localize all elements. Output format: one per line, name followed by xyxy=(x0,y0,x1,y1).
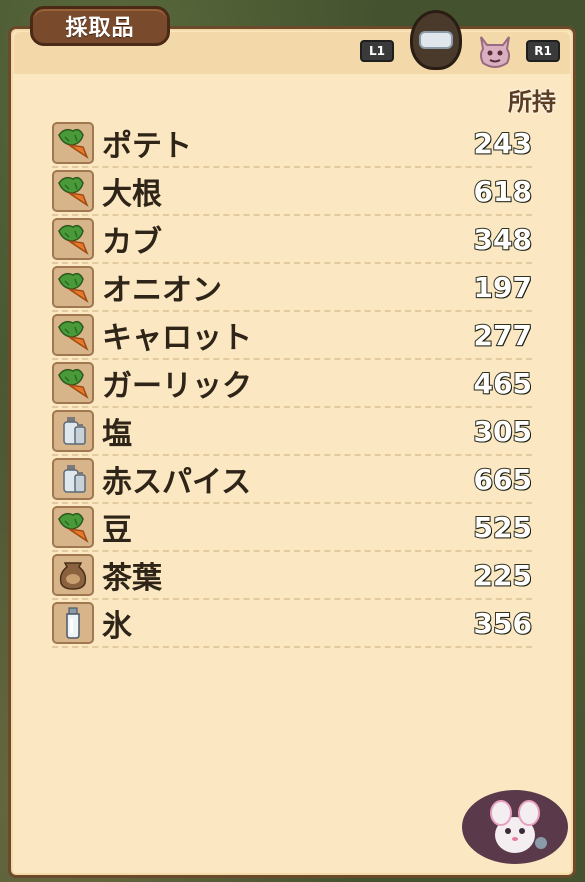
item-count: 243 xyxy=(473,126,533,161)
item-row[interactable]: ガーリック 465 xyxy=(52,360,533,408)
item-name: 氷 xyxy=(102,609,132,644)
bottle-icon xyxy=(52,602,94,644)
vegetable-icon xyxy=(52,362,94,404)
item-name: 大根 xyxy=(102,177,162,212)
item-row[interactable]: 豆 525 xyxy=(52,504,533,552)
owned-column-header: 所持 xyxy=(508,88,556,116)
window-title: 採取品 xyxy=(65,16,135,41)
item-name: 豆 xyxy=(102,513,132,548)
item-count: 225 xyxy=(473,558,533,593)
item-name: オニオン xyxy=(102,273,222,308)
vegetable-icon xyxy=(52,122,94,164)
item-count: 356 xyxy=(473,606,533,641)
item-count: 348 xyxy=(473,222,533,257)
cooking-pot-icon[interactable] xyxy=(410,10,462,70)
item-row[interactable]: カブ 348 xyxy=(52,216,533,264)
item-count: 197 xyxy=(473,270,533,305)
item-list: ポテト 243 大根 618 カブ 348 オニオン 197 キャロット 277 ガーリック 465 塩… xyxy=(52,120,533,648)
window-title-tab: 採取品 xyxy=(30,6,170,46)
shoulder-r1-button[interactable]: R1 xyxy=(526,40,560,62)
vegetable-icon xyxy=(52,266,94,308)
item-name: ポテト xyxy=(102,129,192,164)
item-count: 665 xyxy=(473,462,533,497)
item-row[interactable]: 氷 356 xyxy=(52,600,533,648)
item-row[interactable]: ポテト 243 xyxy=(52,120,533,168)
item-row[interactable]: 赤スパイス 665 xyxy=(52,456,533,504)
item-name: キャロット xyxy=(102,321,252,356)
item-row[interactable]: 塩 305 xyxy=(52,408,533,456)
item-name: ガーリック xyxy=(102,369,252,404)
item-row[interactable]: 茶葉 225 xyxy=(52,552,533,600)
item-name: 塩 xyxy=(102,417,132,452)
vegetable-icon xyxy=(52,170,94,212)
shoulder-l1-button[interactable]: L1 xyxy=(360,40,394,62)
vegetable-icon xyxy=(52,218,94,260)
item-row[interactable]: オニオン 197 xyxy=(52,264,533,312)
item-count: 305 xyxy=(473,414,533,449)
spice-jars-icon xyxy=(52,458,94,500)
sack-icon xyxy=(52,554,94,596)
item-name: 茶葉 xyxy=(102,561,162,596)
vegetable-icon xyxy=(52,506,94,548)
item-count: 277 xyxy=(473,318,533,353)
item-row[interactable]: キャロット 277 xyxy=(52,312,533,360)
mascot-logo xyxy=(462,790,568,864)
item-count: 465 xyxy=(473,366,533,401)
item-name: カブ xyxy=(102,225,162,260)
item-count: 618 xyxy=(473,174,533,209)
vegetable-icon xyxy=(52,314,94,356)
spice-jars-icon xyxy=(52,410,94,452)
item-name: 赤スパイス xyxy=(102,465,252,500)
monster-icon[interactable] xyxy=(474,32,516,72)
item-row[interactable]: 大根 618 xyxy=(52,168,533,216)
item-count: 525 xyxy=(473,510,533,545)
